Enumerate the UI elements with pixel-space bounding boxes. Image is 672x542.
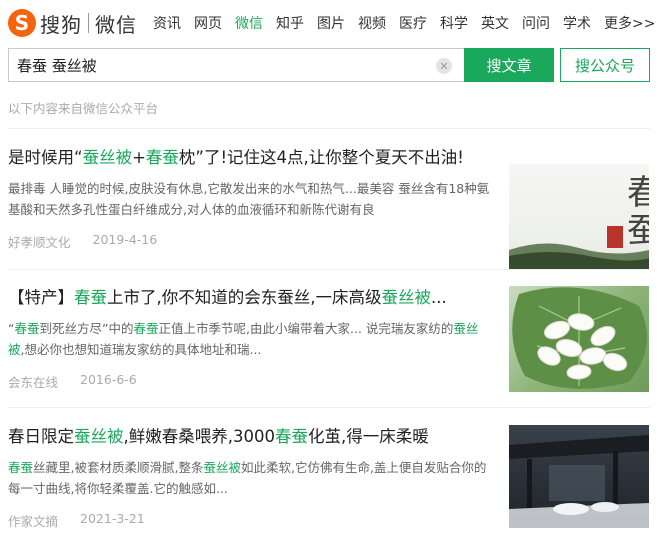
thumb-seal [607,226,623,248]
result-thumbnail[interactable] [509,425,649,528]
result-summary: 春蚕丝藏里,被套材质柔顺滑腻,整条蚕丝被如此柔软,它仿佛有生命,盖上便自发贴合你… [8,457,492,499]
courtyard-thumbnail [509,435,649,528]
keyword-highlight: 蚕丝被 [74,427,124,446]
sogou-weixin-logo[interactable]: S 搜狗 微信 [8,6,137,40]
logo-divider [88,13,89,33]
text-segment: ... [431,288,447,307]
clear-icon[interactable]: ✕ [436,58,452,74]
result-thumbnail[interactable]: 春 蚕 [509,164,649,270]
header: S 搜狗 微信 资讯 网页 微信 知乎 图片 视频 医疗 科学 英文 问问 学术 更多>> [8,6,668,40]
result-source-link[interactable]: 作家文摘 [8,511,58,530]
result-thumbnail[interactable] [509,286,649,392]
keyword-highlight: 春蚕 [274,427,308,446]
nav-item[interactable]: 网页 [194,13,222,33]
result-source-link[interactable]: 会东在线 [8,372,58,391]
divider [8,407,650,408]
text-segment: 【特产】 [8,288,74,307]
result-item: 是时候用“蚕丝被+春蚕枕”了!记住这4点,让你整个夏天不出油! 最排毒 人睡觉的… [8,146,650,270]
text-segment: 正值上市季节呢,由此小编带着大家... 说完瑞友家纺的 [158,321,454,336]
text-segment: ,鲜嫩春桑喂养,3000 [123,427,275,446]
keyword-highlight: 蚕丝被 [82,148,133,167]
source-note: 以下内容来自微信公众平台 [8,101,159,116]
cocoon-thumbnail [512,287,647,389]
nav-item[interactable]: 科学 [440,13,468,33]
text-segment: 丝藏里,被套材质柔顺滑腻,整条 [33,460,204,475]
result-date: 2021-3-21 [80,511,145,526]
text-segment: 上市了,你不知道的会东蚕丝,一床高级 [107,288,382,307]
nav-item[interactable]: 医疗 [399,13,427,33]
nav-item[interactable]: 更多>> [604,13,655,33]
search-input[interactable] [17,56,417,74]
divider [8,269,650,270]
keyword-highlight: 春蚕 [145,148,179,167]
nav-item[interactable]: 英文 [481,13,509,33]
text-segment: ,想必你也想知道瑞友家纺的具体地址和瑞... [20,342,262,357]
nav-item[interactable]: 知乎 [276,13,304,33]
search-account-button[interactable]: 搜公众号 [560,48,650,82]
product-name: 微信 [95,12,137,37]
text-segment: + [132,148,146,167]
keyword-highlight: 蚕丝被 [203,460,241,475]
result-meta: 会东在线 2016-6-6 [8,372,137,391]
keyword-highlight: 春蚕 [74,288,107,307]
search-box: ✕ [8,48,464,82]
nav-item[interactable]: 资讯 [153,13,181,33]
calligraphy-thumbnail: 春 蚕 [509,173,649,270]
result-source-link[interactable]: 好孝顺文化 [8,232,71,251]
search-article-button[interactable]: 搜文章 [464,48,554,82]
result-title-link[interactable]: 【特产】春蚕上市了,你不知道的会东蚕丝,一床高级蚕丝被... [8,286,492,310]
text-segment: 到死丝方尽”中的 [39,321,134,336]
nav-item[interactable]: 学术 [563,13,591,33]
vertical-nav: 资讯 网页 微信 知乎 图片 视频 医疗 科学 英文 问问 学术 更多>> [153,13,655,33]
keyword-highlight: 春蚕 [8,460,34,475]
text-segment: 化茧,得一床柔暖 [307,427,429,446]
thumb-calligraphy-1: 春 [627,173,649,213]
nav-item[interactable]: 视频 [358,13,386,33]
text-segment: 是时候用“ [8,148,83,167]
text-segment: 枕”了!记住这4点,让你整个夏天不出油! [178,148,464,167]
nav-item[interactable]: 问问 [522,13,550,33]
result-title-link[interactable]: 春日限定蚕丝被,鲜嫩春桑喂养,3000春蚕化茧,得一床柔暖 [8,425,492,449]
result-meta: 好孝顺文化 2019-4-16 [8,232,157,251]
nav-item[interactable]: 微信 [235,13,263,33]
sogou-logo-icon: S [8,9,36,37]
result-date: 2019-4-16 [92,232,158,247]
keyword-highlight: 春蚕 [133,321,159,336]
result-meta: 作家文摘 2021-3-21 [8,511,145,530]
result-summary: 最排毒 人睡觉的时候,皮肤没有休息,它散发出来的水气和热气...最美容 蚕丝含有… [8,178,492,220]
text-segment: 最排毒 人睡觉的时候,皮肤没有休息,它散发出来的水气和热气...最美容 蚕丝含有… [8,181,490,217]
result-date: 2016-6-6 [80,372,137,387]
keyword-highlight: 蚕丝被 [381,288,432,307]
result-item: 春日限定蚕丝被,鲜嫩春桑喂养,3000春蚕化茧,得一床柔暖 春蚕丝藏里,被套材质… [8,425,650,542]
result-summary: “春蚕到死丝方尽”中的春蚕正值上市季节呢,由此小编带着大家... 说完瑞友家纺的… [8,318,492,360]
result-title-link[interactable]: 是时候用“蚕丝被+春蚕枕”了!记住这4点,让你整个夏天不出油! [8,146,492,170]
brand-name: 搜狗 [40,12,82,37]
text-segment: 春日限定 [8,427,74,446]
keyword-highlight: 春蚕 [14,321,40,336]
thumb-calligraphy-2: 蚕 [627,211,649,251]
nav-item[interactable]: 图片 [317,13,345,33]
result-item: 【特产】春蚕上市了,你不知道的会东蚕丝,一床高级蚕丝被... “春蚕到死丝方尽”… [8,286,650,410]
divider [8,128,650,129]
